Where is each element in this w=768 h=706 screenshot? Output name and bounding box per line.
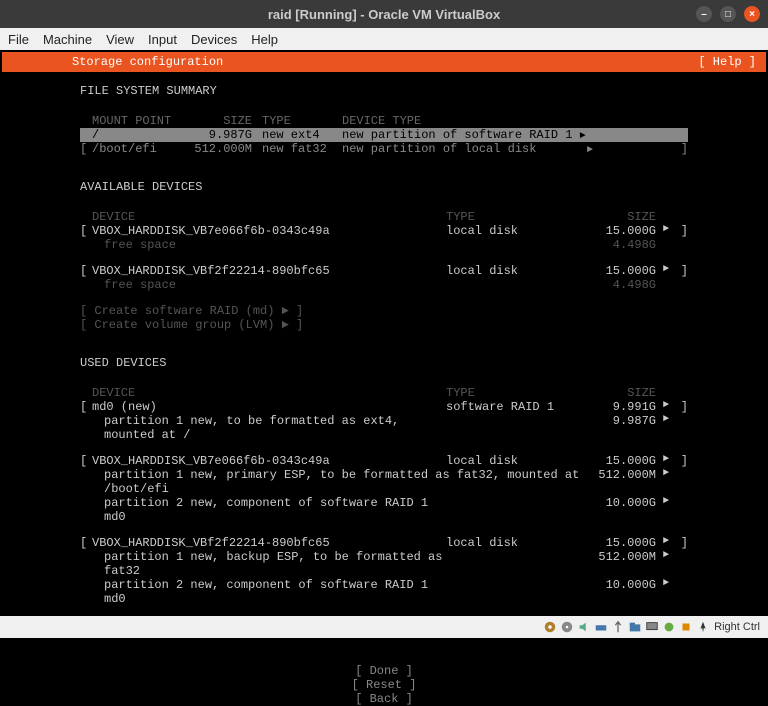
- menu-help[interactable]: Help: [251, 32, 278, 47]
- chevron-right-icon: ►: [656, 264, 676, 278]
- minimize-icon[interactable]: –: [696, 6, 712, 22]
- shared-folder-icon[interactable]: [628, 620, 642, 634]
- network-icon[interactable]: [594, 620, 608, 634]
- page-title: Storage configuration: [12, 55, 698, 69]
- used-disk1-p2[interactable]: partition 2 new, component of software R…: [80, 496, 688, 524]
- chevron-right-icon: ►: [587, 145, 593, 156]
- window-titlebar: raid [Running] - Oracle VM VirtualBox – …: [0, 0, 768, 28]
- menubar: File Machine View Input Devices Help: [0, 28, 768, 50]
- fs-row-root[interactable]: [ / 9.987G new ext4 new partition of sof…: [80, 128, 688, 142]
- menu-input[interactable]: Input: [148, 32, 177, 47]
- optical-icon[interactable]: [560, 620, 574, 634]
- audio-icon[interactable]: [577, 620, 591, 634]
- chevron-right-icon: ►: [580, 131, 586, 142]
- usb-icon[interactable]: [611, 620, 625, 634]
- used-disk2-p2[interactable]: partition 2 new, component of software R…: [80, 578, 688, 606]
- create-raid-button[interactable]: [ Create software RAID (md) ► ]: [80, 304, 688, 318]
- available-device-2[interactable]: [ VBOX_HARDDISK_VBf2f22214-890bfc65 loca…: [80, 264, 688, 278]
- menu-devices[interactable]: Devices: [191, 32, 237, 47]
- recording-icon[interactable]: [662, 620, 676, 634]
- fs-headers: MOUNT POINT SIZE TYPE DEVICE TYPE: [80, 114, 688, 128]
- col-type: TYPE: [262, 114, 342, 128]
- col-dtype: DEVICE TYPE: [342, 114, 688, 128]
- chevron-right-icon: ►: [656, 496, 676, 524]
- used-disk2[interactable]: [ VBOX_HARDDISK_VBf2f22214-890bfc65 loca…: [80, 536, 688, 550]
- chevron-right-icon: ►: [656, 400, 676, 414]
- window-controls: – □ ×: [696, 6, 760, 22]
- create-lvm-button[interactable]: [ Create volume group (LVM) ► ]: [80, 318, 688, 332]
- mouse-icon[interactable]: [696, 620, 710, 634]
- used-disk2-p1[interactable]: partition 1 new, backup ESP, to be forma…: [80, 550, 688, 578]
- used-headers: DEVICE TYPE SIZE: [80, 386, 688, 400]
- disk-icon[interactable]: [543, 620, 557, 634]
- chevron-right-icon: ►: [656, 536, 676, 550]
- col-mount: MOUNT POINT: [92, 114, 192, 128]
- host-key-label: Right Ctrl: [714, 621, 760, 633]
- installer-header: Storage configuration [ Help ]: [2, 52, 766, 72]
- chevron-right-icon: ►: [656, 578, 676, 606]
- chevron-right-icon: ►: [656, 454, 676, 468]
- menu-view[interactable]: View: [106, 32, 134, 47]
- chevron-right-icon: ►: [656, 468, 676, 496]
- used-md0-p1[interactable]: partition 1 new, to be formatted as ext4…: [80, 414, 688, 442]
- fs-row-bootefi[interactable]: [ /boot/efi 512.000M new fat32 new parti…: [80, 142, 688, 156]
- display-icon[interactable]: [645, 620, 659, 634]
- col-size: SIZE: [192, 114, 262, 128]
- reset-button[interactable]: [ Reset ]: [2, 678, 766, 692]
- maximize-icon[interactable]: □: [720, 6, 736, 22]
- used-disk1-p1[interactable]: partition 1 new, primary ESP, to be form…: [80, 468, 688, 496]
- fs-summary-title: FILE SYSTEM SUMMARY: [80, 84, 688, 98]
- used-title: USED DEVICES: [80, 356, 688, 370]
- help-button[interactable]: [ Help ]: [698, 55, 756, 69]
- menu-machine[interactable]: Machine: [43, 32, 92, 47]
- window-title: raid [Running] - Oracle VM VirtualBox: [268, 7, 500, 22]
- chevron-right-icon: ►: [656, 550, 676, 578]
- close-icon[interactable]: ×: [744, 6, 760, 22]
- available-headers: DEVICE TYPE SIZE: [80, 210, 688, 224]
- back-button[interactable]: [ Back ]: [2, 692, 766, 706]
- available-device-1-free: free space 4.498G: [80, 238, 688, 252]
- chevron-right-icon: ►: [656, 414, 676, 442]
- vm-screen[interactable]: Storage configuration [ Help ] FILE SYST…: [0, 50, 768, 616]
- cpu-icon[interactable]: [679, 620, 693, 634]
- chevron-right-icon: ►: [656, 224, 676, 238]
- statusbar: Right Ctrl: [0, 616, 768, 638]
- available-device-2-free: free space 4.498G: [80, 278, 688, 292]
- done-button[interactable]: [ Done ]: [2, 664, 766, 678]
- used-md0[interactable]: [ md0 (new) software RAID 1 9.991G ► ]: [80, 400, 688, 414]
- available-device-1[interactable]: [ VBOX_HARDDISK_VB7e066f6b-0343c49a loca…: [80, 224, 688, 238]
- menu-file[interactable]: File: [8, 32, 29, 47]
- available-title: AVAILABLE DEVICES: [80, 180, 688, 194]
- used-disk1[interactable]: [ VBOX_HARDDISK_VB7e066f6b-0343c49a loca…: [80, 454, 688, 468]
